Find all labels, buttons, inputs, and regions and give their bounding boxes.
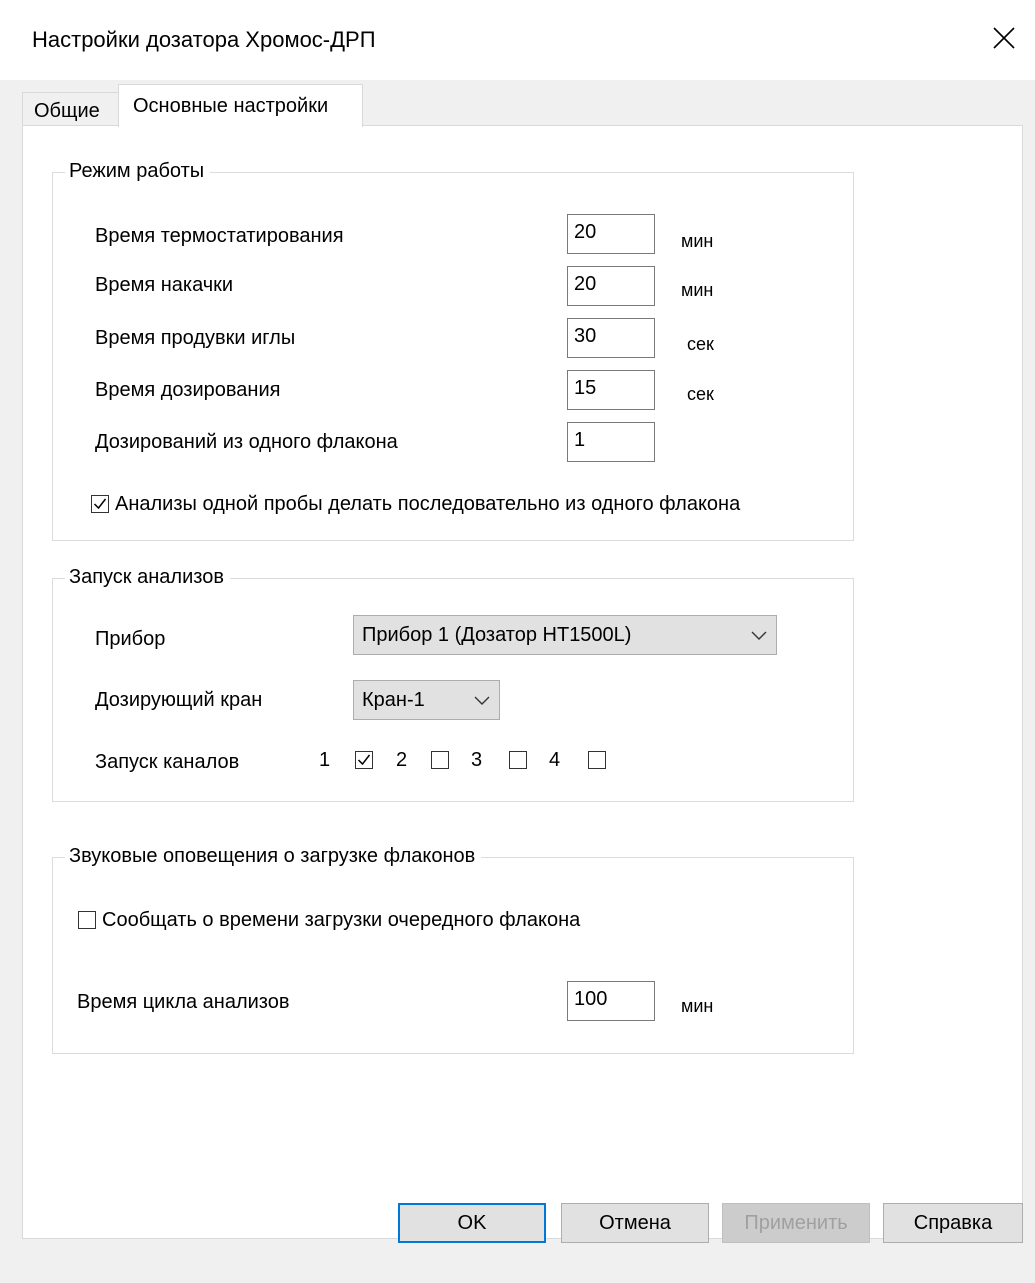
tab-general[interactable]: Общие [22,92,120,125]
channel-1-label: 1 [319,749,331,771]
valve-select-value: Кран-1 [362,689,425,711]
help-button[interactable]: Справка [883,1203,1023,1243]
tab-general-label: Общие [34,100,100,122]
needle-purge-time-unit: сек [687,334,714,354]
launch-group-title: Запуск анализов [65,566,230,589]
mode-group: Режим работы Время термостатирования 20 … [52,160,854,541]
checkmark-icon [93,498,107,510]
needle-purge-time-input[interactable]: 30 [567,318,655,358]
needle-purge-time-label: Время продувки иглы [95,327,296,349]
tab-main-settings-label: Основные настройки [133,95,329,117]
cancel-button[interactable]: Отмена [561,1203,709,1243]
sequential-checkbox[interactable] [91,495,109,513]
dosings-per-vial-label: Дозирований из одного флакона [95,431,398,453]
launch-group: Запуск анализов Прибор Прибор 1 (Дозатор… [52,566,854,802]
sequential-checkbox-label: Анализы одной пробы делать последователь… [115,493,741,515]
pump-time-unit: мин [681,280,714,300]
chevron-down-icon [474,696,490,705]
tab-main-settings[interactable]: Основные настройки [118,84,363,127]
close-icon [993,27,1015,49]
device-select[interactable]: Прибор 1 (Дозатор НТ1500L) [353,615,777,655]
thermostat-time-unit: мин [681,231,714,251]
channel-2-label: 2 [396,749,408,771]
cycle-time-label: Время цикла анализов [77,991,290,1013]
window-title: Настройки дозатора Хромос-ДРП [32,27,376,52]
dosing-time-label: Время дозирования [95,379,281,401]
cycle-time-unit: мин [681,996,714,1016]
dosing-time-unit: сек [687,384,714,404]
mode-group-title: Режим работы [65,160,211,183]
valve-select[interactable]: Кран-1 [353,680,500,720]
channel-4-label: 4 [549,749,561,771]
chevron-down-icon [751,631,767,640]
dosing-time-input[interactable]: 15 [567,370,655,410]
thermostat-time-label: Время термостатирования [95,225,344,247]
channel-3-checkbox[interactable] [509,751,527,769]
valve-label: Дозирующий кран [95,689,263,711]
checkmark-icon [357,754,371,766]
device-select-value: Прибор 1 (Дозатор НТ1500L) [362,624,632,646]
pump-time-label: Время накачки [95,274,234,296]
channels-label: Запуск каналов [95,751,240,773]
dosings-per-vial-input[interactable]: 1 [567,422,655,462]
device-label: Прибор [95,628,166,650]
sound-group-title: Звуковые оповещения о загрузке флаконов [65,845,482,868]
notify-checkbox[interactable] [78,911,96,929]
title-bar: Настройки дозатора Хромос-ДРП [0,0,1035,80]
thermostat-time-input[interactable]: 20 [567,214,655,254]
pump-time-input[interactable]: 20 [567,266,655,306]
close-button[interactable] [973,0,1035,80]
apply-button[interactable]: Применить [722,1203,870,1243]
settings-dialog: Настройки дозатора Хромос-ДРП Общие Осно… [0,0,1035,1283]
sound-group: Звуковые оповещения о загрузке флаконов … [52,845,854,1054]
channel-1-checkbox[interactable] [355,751,373,769]
ok-button[interactable]: OK [398,1203,546,1243]
tab-panel: Режим работы Время термостатирования 20 … [22,125,1023,1239]
channel-4-checkbox[interactable] [588,751,606,769]
notify-checkbox-label: Сообщать о времени загрузки очередного ф… [102,909,581,931]
channel-3-label: 3 [471,749,483,771]
cycle-time-input[interactable]: 100 [567,981,655,1021]
channel-2-checkbox[interactable] [431,751,449,769]
